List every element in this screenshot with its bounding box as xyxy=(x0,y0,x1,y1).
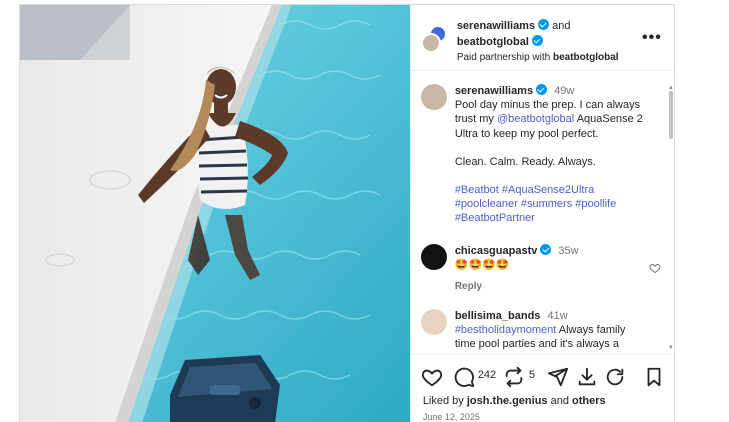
comment-body: Always family xyxy=(558,324,626,337)
collab-avatars[interactable] xyxy=(420,25,449,53)
reply-button[interactable]: Reply xyxy=(455,280,660,294)
partnership-brand-link[interactable]: beatbotglobal xyxy=(553,52,619,63)
caption-text: serenawilliams 49w Pool day minus the pr… xyxy=(455,84,660,226)
avatar-serenawilliams[interactable] xyxy=(420,33,441,53)
repost-icon[interactable] xyxy=(503,366,525,388)
caption-username[interactable]: serenawilliams xyxy=(455,85,533,97)
scrollbar-thumb[interactable] xyxy=(668,91,673,139)
post-side-panel: serenawilliams and beatbotglobal Paid pa… xyxy=(409,5,676,422)
verified-badge-icon xyxy=(540,244,552,255)
comment-body: 🤩🤩🤩🤩 xyxy=(454,259,510,272)
hashtag-link[interactable]: #poolcleaner #summers #poollife xyxy=(455,197,660,211)
post-photo[interactable] xyxy=(20,5,410,422)
comment-age: 41w xyxy=(547,310,568,322)
avatar[interactable] xyxy=(420,309,447,335)
partnership-prefix: Paid partnership with xyxy=(456,52,551,63)
post-header-text: serenawilliams and beatbotglobal Paid pa… xyxy=(457,18,619,66)
heart-icon[interactable] xyxy=(421,366,443,388)
post-actions: 242 5 Liked by josh.the.genius and other… xyxy=(410,354,676,422)
comment-icon[interactable] xyxy=(453,366,475,388)
more-horizontal-icon[interactable]: ••• xyxy=(642,29,662,47)
likes-summary: Liked by josh.the.genius and others xyxy=(423,395,606,407)
pool-robot xyxy=(170,355,280,422)
caption-line: Ultra to keep my pool perfect. xyxy=(454,127,599,140)
hashtag-link[interactable]: #Beatbot #AquaSense2Ultra xyxy=(455,183,660,197)
mention-link[interactable]: @beatbotglobal xyxy=(497,113,574,125)
comment-username[interactable]: bellisima_bands xyxy=(455,310,541,322)
comment-body: time pool parties and it's always a xyxy=(454,338,619,351)
repost-count: 5 xyxy=(528,369,535,381)
bookmark-icon[interactable] xyxy=(643,366,665,388)
caption-line: Clean. Calm. Ready. Always. xyxy=(454,155,596,168)
verified-badge-icon xyxy=(531,35,543,46)
comment-username[interactable]: chicasguapastv xyxy=(455,245,538,257)
header-author2[interactable]: beatbotglobal xyxy=(457,36,529,48)
download-icon[interactable] xyxy=(576,366,598,388)
scrollbar[interactable]: ▲ ▼ xyxy=(668,85,674,351)
likes-prefix: Liked by xyxy=(422,395,464,407)
hashtag-link[interactable]: #BeatbotPartner xyxy=(455,211,660,225)
avatar[interactable] xyxy=(420,244,447,270)
avatar[interactable] xyxy=(420,84,447,110)
caption-line: AquaSense 2 xyxy=(576,113,643,126)
comments-scroll-area[interactable]: serenawilliams 49w Pool day minus the pr… xyxy=(411,72,676,354)
liked-by-others-link[interactable]: others xyxy=(572,395,606,407)
likes-and: and xyxy=(550,395,569,407)
paid-partnership-label: Paid partnership with beatbotglobal xyxy=(457,50,619,66)
hashtag-link[interactable]: #bestholidaymoment xyxy=(455,324,557,336)
header-and: and xyxy=(552,20,571,32)
post-header: serenawilliams and beatbotglobal Paid pa… xyxy=(410,5,676,71)
like-comment-heart-icon[interactable] xyxy=(649,262,661,274)
caption-age: 49w xyxy=(554,85,575,97)
comment-text: chicasguapastv 35w 🤩🤩🤩🤩 Reply xyxy=(455,244,660,295)
header-author1[interactable]: serenawilliams xyxy=(457,20,535,32)
caption-line: trust my xyxy=(454,113,494,126)
verified-badge-icon xyxy=(538,19,550,30)
comment-text: bellisima_bands 41w #bestholidaymoment A… xyxy=(455,309,660,352)
caption-line: Pool day minus the prep. I can always xyxy=(454,99,641,112)
liked-by-user-link[interactable]: josh.the.genius xyxy=(467,395,548,407)
post-date[interactable]: June 12, 2025 xyxy=(423,412,480,422)
refresh-icon[interactable] xyxy=(604,366,626,388)
share-icon[interactable] xyxy=(547,366,569,388)
scroll-down-arrow-icon[interactable]: ▼ xyxy=(668,345,674,351)
pool-photo-image xyxy=(20,5,410,422)
comment-count: 242 xyxy=(477,369,497,381)
verified-badge-icon xyxy=(536,84,548,95)
comment-age: 35w xyxy=(558,245,579,257)
instagram-post: serenawilliams and beatbotglobal Paid pa… xyxy=(19,4,676,422)
